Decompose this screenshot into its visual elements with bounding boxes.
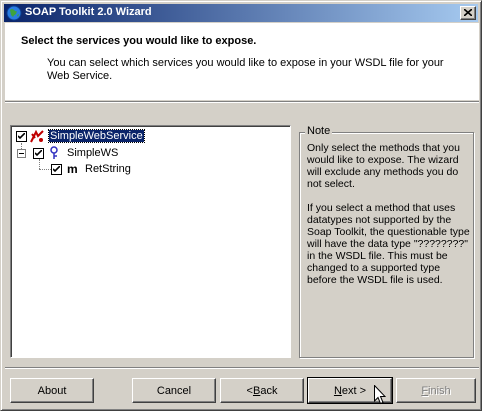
- footer-divider: [5, 367, 479, 369]
- method-icon: m: [67, 162, 78, 176]
- about-button[interactable]: About: [10, 378, 94, 403]
- tree-checkbox-simplewebservice[interactable]: [16, 131, 27, 142]
- header-divider: [5, 101, 479, 103]
- tree-item-simplews[interactable]: SimpleWS: [67, 147, 118, 159]
- tree-connector: [39, 169, 51, 170]
- tree-connector: [39, 159, 40, 169]
- cancel-button[interactable]: Cancel: [132, 378, 216, 403]
- note-paragraph: Only select the methods that you would l…: [307, 142, 460, 190]
- wizard-window: SOAP Toolkit 2.0 Wizard Select the servi…: [0, 0, 482, 411]
- back-button[interactable]: < Back: [220, 378, 304, 403]
- service-icon: [29, 129, 45, 144]
- port-icon: [49, 146, 59, 160]
- wizard-header: Select the services you would like to ex…: [5, 23, 479, 100]
- page-title: Select the services you would like to ex…: [21, 35, 257, 47]
- mouse-cursor-icon: [374, 384, 387, 408]
- window-title: SOAP Toolkit 2.0 Wizard: [25, 6, 152, 18]
- note-text: Only select the methods that you would l…: [307, 142, 472, 298]
- note-legend: Note: [305, 125, 333, 137]
- finish-button[interactable]: Finish: [396, 378, 476, 403]
- services-tree[interactable]: SimpleWebService SimpleWS m RetString: [10, 125, 291, 358]
- globe-icon: [6, 5, 22, 21]
- page-description: You can select which services you would …: [47, 57, 444, 82]
- tree-checkbox-simplews[interactable]: [33, 148, 44, 159]
- tree-checkbox-retstring[interactable]: [51, 164, 62, 175]
- tree-item-simplewebservice[interactable]: SimpleWebService: [48, 129, 145, 143]
- collapse-toggle[interactable]: [17, 149, 26, 158]
- close-icon: [464, 9, 472, 16]
- title-bar[interactable]: SOAP Toolkit 2.0 Wizard: [4, 4, 478, 22]
- note-paragraph: If you select a method that uses datatyp…: [307, 202, 470, 286]
- tree-item-retstring[interactable]: RetString: [85, 163, 131, 175]
- close-button[interactable]: [460, 6, 476, 20]
